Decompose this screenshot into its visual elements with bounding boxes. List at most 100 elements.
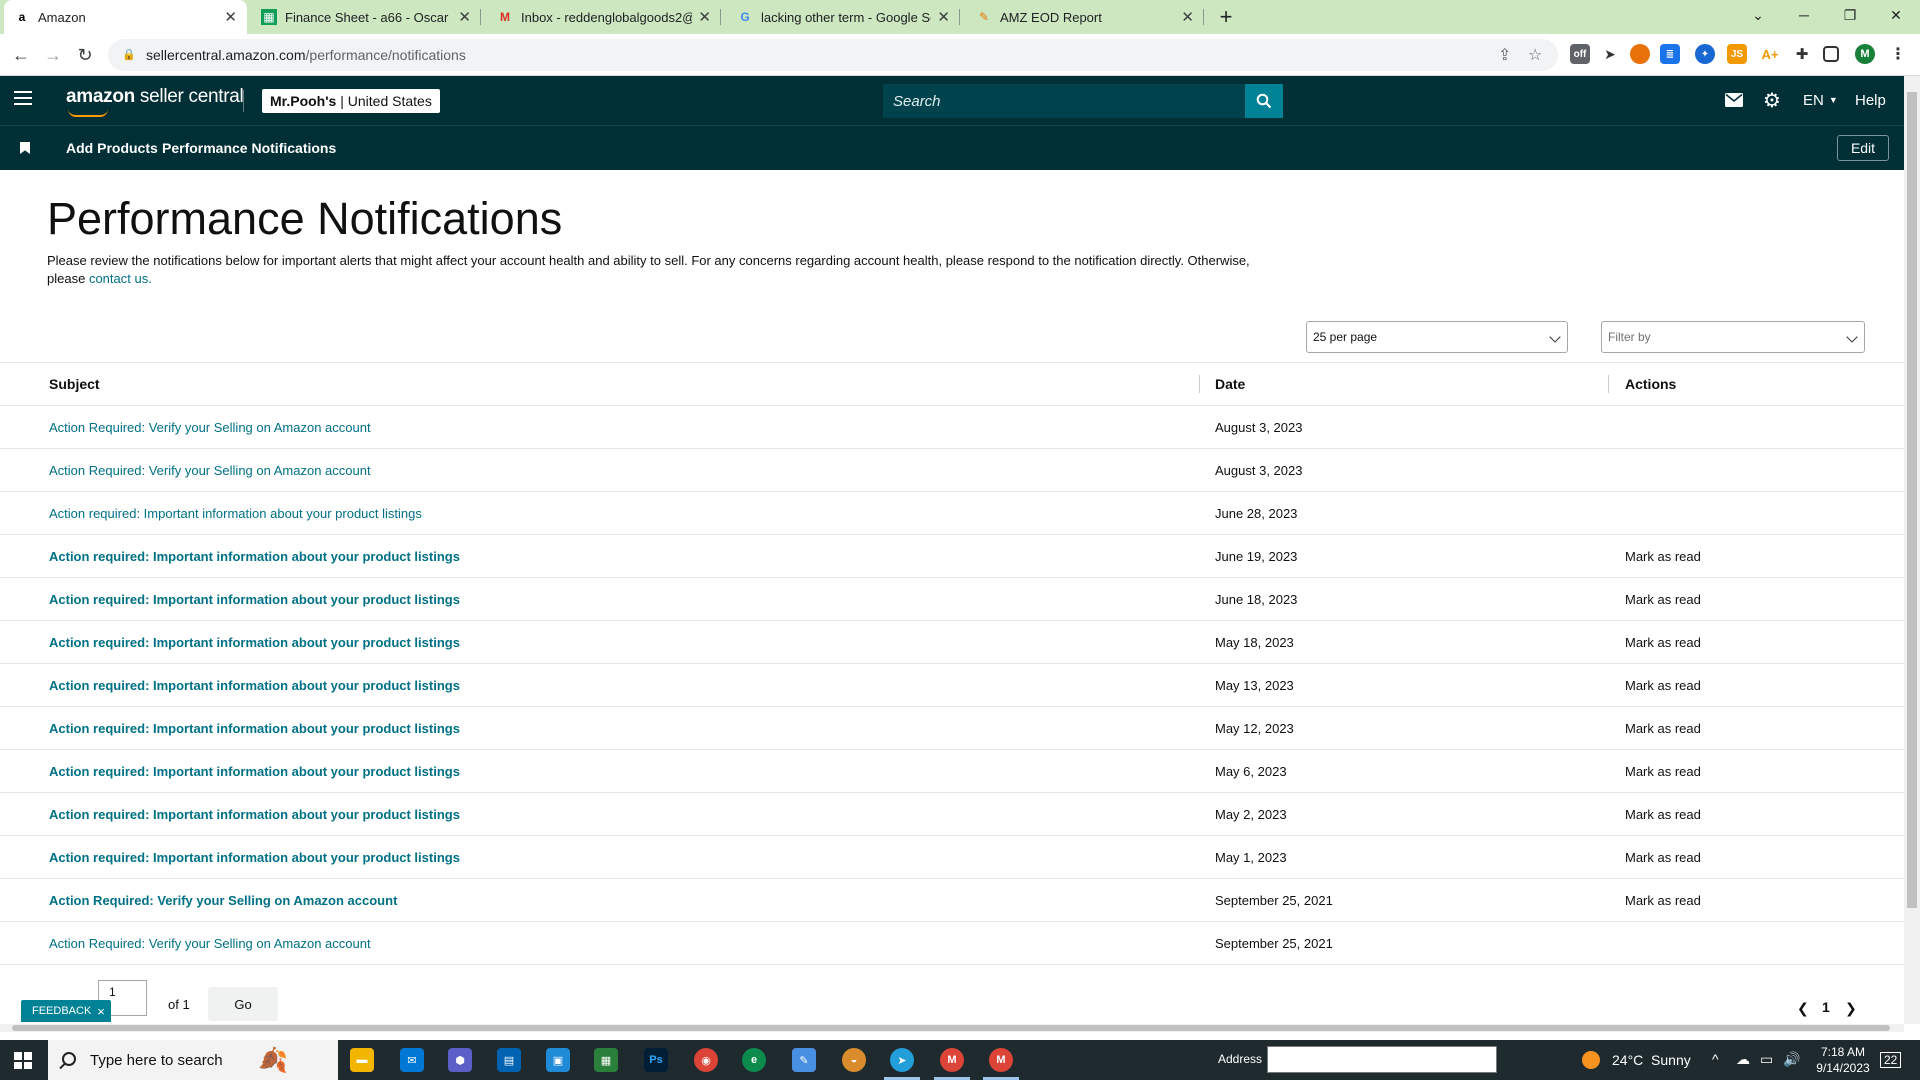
notification-subject-link[interactable]: Action required: Important information a… xyxy=(49,850,460,865)
search-button[interactable] xyxy=(1245,84,1283,118)
nav-performance-notifications[interactable]: Performance Notifications xyxy=(162,140,336,156)
mark-as-read-link[interactable]: Mark as read xyxy=(1625,850,1701,865)
app-hexagon-icon[interactable]: ⬢ xyxy=(448,1048,472,1072)
notification-subject-link[interactable]: Action required: Important information a… xyxy=(49,721,460,736)
mark-as-read-link[interactable]: Mark as read xyxy=(1625,549,1701,564)
notification-subject-link[interactable]: Action Required: Verify your Selling on … xyxy=(49,936,371,951)
tray-cloud-icon[interactable]: ☁ xyxy=(1736,1051,1750,1068)
close-tab-icon[interactable]: ✕ xyxy=(224,8,237,26)
app-window-icon[interactable]: ▣ xyxy=(546,1048,570,1072)
mark-as-read-link[interactable]: Mark as read xyxy=(1625,678,1701,693)
share-icon[interactable]: ⇪ xyxy=(1498,39,1511,71)
close-tab-icon[interactable]: ✕ xyxy=(458,8,471,26)
profile-avatar[interactable]: M xyxy=(1855,44,1875,64)
browser-tab[interactable]: ▦ Finance Sheet - a66 - Oscar Redd ✕ xyxy=(251,0,481,34)
filter-by-select[interactable]: Filter by xyxy=(1601,321,1865,353)
column-header-subject[interactable]: Subject xyxy=(49,376,100,392)
new-tab-button[interactable]: + xyxy=(1212,4,1240,30)
store-icon[interactable]: ▤ xyxy=(497,1048,521,1072)
edit-bookmarks-button[interactable]: Edit xyxy=(1837,135,1889,161)
mark-as-read-link[interactable]: Mark as read xyxy=(1625,764,1701,779)
chrome-profile-2-icon[interactable]: M xyxy=(989,1048,1013,1072)
language-selector[interactable]: EN ▼ xyxy=(1803,88,1838,112)
notification-subject-link[interactable]: Action required: Important information a… xyxy=(49,678,460,693)
mark-as-read-link[interactable]: Mark as read xyxy=(1625,893,1701,908)
extension-globe-icon[interactable]: ✦ xyxy=(1695,44,1715,64)
extensions-puzzle-icon[interactable]: ✚ xyxy=(1792,44,1812,64)
notification-subject-link[interactable]: Action required: Important information a… xyxy=(49,506,422,521)
back-icon[interactable]: ← xyxy=(8,42,34,68)
minimize-button[interactable]: ─ xyxy=(1781,0,1827,30)
vertical-scroll-thumb[interactable] xyxy=(1907,92,1917,908)
tray-network-icon[interactable]: ▭ xyxy=(1760,1051,1773,1068)
url-bar[interactable]: 🔒 sellercentral.amazon.com/performance/n… xyxy=(108,39,1558,71)
tab-search-chevron-icon[interactable]: ⌄ xyxy=(1735,0,1781,30)
notification-subject-link[interactable]: Action Required: Verify your Selling on … xyxy=(49,893,397,908)
browser-tab[interactable]: a Amazon ✕ xyxy=(4,0,247,34)
notification-subject-link[interactable]: Action required: Important information a… xyxy=(49,807,460,822)
bookmark-icon[interactable] xyxy=(20,142,30,154)
chrome-icon[interactable]: ◉ xyxy=(694,1048,718,1072)
close-tab-icon[interactable]: ✕ xyxy=(1181,8,1194,26)
notification-subject-link[interactable]: Action required: Important information a… xyxy=(49,549,460,564)
account-switcher[interactable]: Mr.Pooh's | United States xyxy=(262,89,440,113)
weather-sun-icon[interactable] xyxy=(1582,1051,1600,1069)
previous-page-icon[interactable]: ❮ xyxy=(1797,1000,1809,1017)
mail-app-icon[interactable]: ✉ xyxy=(400,1048,424,1072)
settings-gear-icon[interactable]: ⚙ xyxy=(1763,88,1781,112)
per-page-select[interactable]: 25 per page xyxy=(1306,321,1568,353)
go-button[interactable]: Go xyxy=(208,987,278,1021)
photoshop-icon[interactable]: Ps xyxy=(644,1048,668,1072)
nav-add-products[interactable]: Add Products xyxy=(66,140,158,156)
search-input[interactable] xyxy=(883,84,1245,118)
extension-cursor-icon[interactable]: ➤ xyxy=(1600,44,1620,64)
telegram-icon[interactable]: ➤ xyxy=(890,1048,914,1072)
taskbar-address-input[interactable] xyxy=(1267,1046,1497,1073)
edge-icon[interactable]: e xyxy=(742,1048,766,1072)
taskbar-search-box[interactable]: Type here to search 🍂 xyxy=(48,1040,338,1080)
notification-subject-link[interactable]: Action required: Important information a… xyxy=(49,592,460,607)
file-explorer-icon[interactable]: ▬ xyxy=(350,1048,374,1072)
windows-start-icon[interactable] xyxy=(14,1052,32,1069)
close-tab-icon[interactable]: ✕ xyxy=(937,8,950,26)
mark-as-read-link[interactable]: Mark as read xyxy=(1625,721,1701,736)
column-header-date[interactable]: Date xyxy=(1215,376,1245,392)
extension-circle-icon[interactable] xyxy=(1630,44,1650,64)
notes-app-icon[interactable]: ✎ xyxy=(792,1048,816,1072)
clock[interactable]: 7:18 AM 9/14/2023 xyxy=(1811,1045,1875,1075)
forward-icon[interactable]: → xyxy=(40,42,66,68)
menu-hamburger-icon[interactable] xyxy=(14,91,32,105)
notification-subject-link[interactable]: Action required: Important information a… xyxy=(49,764,460,779)
notification-center-icon[interactable]: 22 xyxy=(1880,1052,1902,1068)
current-page-number[interactable]: 1 xyxy=(1822,999,1830,1015)
notification-subject-link[interactable]: Action Required: Verify your Selling on … xyxy=(49,420,371,435)
seller-central-logo[interactable]: amazon seller central xyxy=(66,86,244,117)
restore-button[interactable]: ❐ xyxy=(1827,0,1873,30)
extension-js-icon[interactable]: JS xyxy=(1727,44,1747,64)
tray-volume-icon[interactable]: 🔊 xyxy=(1783,1051,1800,1068)
bookmark-star-icon[interactable]: ☆ xyxy=(1528,39,1542,71)
browser-menu-icon[interactable]: ⋮ xyxy=(1888,44,1908,64)
extension-off-icon[interactable]: off xyxy=(1570,44,1590,64)
browser-tab[interactable]: M Inbox - reddenglobalgoods2@gm ✕ xyxy=(487,0,721,34)
mail-icon[interactable] xyxy=(1725,88,1743,112)
reload-icon[interactable]: ↻ xyxy=(72,42,98,68)
contact-us-link[interactable]: contact us. xyxy=(89,271,152,286)
app-bucket-icon[interactable]: ◒ xyxy=(842,1048,866,1072)
feedback-tab[interactable]: FEEDBACK × xyxy=(21,1000,111,1022)
chrome-profile-icon[interactable]: M xyxy=(940,1048,964,1072)
side-panel-icon[interactable] xyxy=(1823,46,1839,62)
close-tab-icon[interactable]: ✕ xyxy=(698,8,711,26)
tray-chevron-up-icon[interactable]: ^ xyxy=(1712,1051,1719,1067)
weather-text[interactable]: 24°C Sunny xyxy=(1612,1052,1691,1068)
mark-as-read-link[interactable]: Mark as read xyxy=(1625,807,1701,822)
extension-translate-icon[interactable]: A+ xyxy=(1760,44,1780,64)
browser-tab[interactable]: ✎ AMZ EOD Report ✕ xyxy=(966,0,1204,34)
horizontal-scroll-thumb[interactable] xyxy=(12,1025,1890,1031)
mark-as-read-link[interactable]: Mark as read xyxy=(1625,635,1701,650)
help-link[interactable]: Help xyxy=(1855,88,1886,112)
next-page-icon[interactable]: ❯ xyxy=(1845,1000,1857,1017)
close-feedback-icon[interactable]: × xyxy=(97,1004,105,1019)
browser-tab[interactable]: Glacking other term - Google Sear ✕ xyxy=(727,0,960,34)
close-window-button[interactable]: ✕ xyxy=(1873,0,1919,30)
